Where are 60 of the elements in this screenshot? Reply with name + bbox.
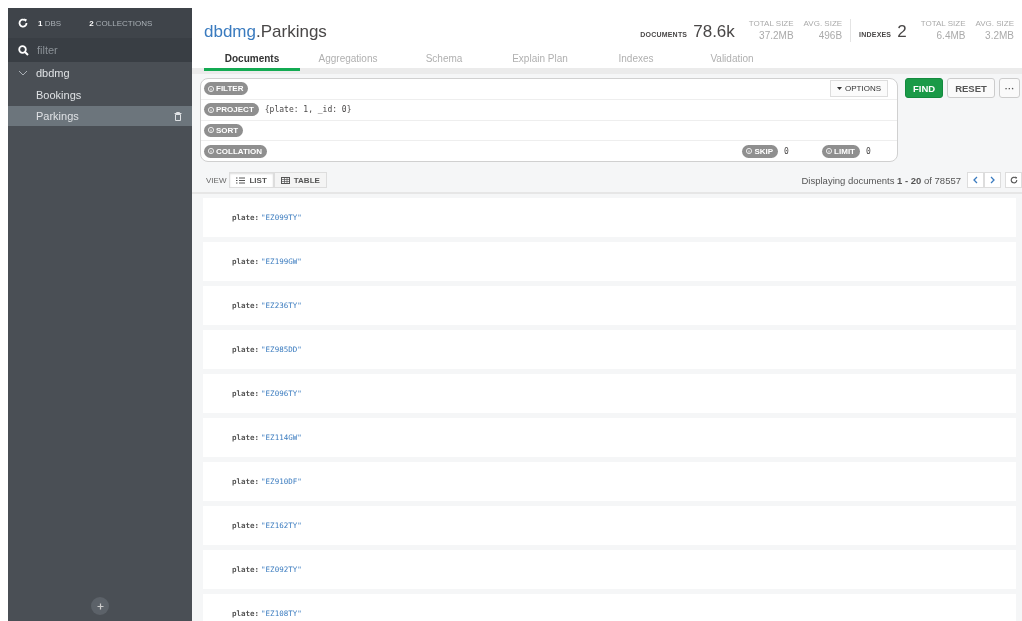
more-button[interactable]: ··· (998, 78, 1021, 98)
view-label: VIEW (206, 175, 227, 185)
stat-value: 78.6k (693, 22, 735, 42)
collection-count: 2 COLLECTIONS (89, 18, 153, 28)
add-database-button[interactable] (91, 597, 109, 615)
stat-detail-label: AVG. SIZE (803, 19, 843, 28)
stat-detail-value: 37.2MB (759, 30, 794, 41)
pagination-text: Displaying documents 1 - 20 of 78557 (801, 174, 961, 186)
tab[interactable]: Documents (204, 48, 300, 71)
previous-page-icon (973, 176, 978, 184)
refresh-button[interactable] (1005, 172, 1022, 188)
collection-title: dbdmg.Parkings (204, 22, 327, 43)
skip-label[interactable]: SKIP (742, 144, 779, 158)
plus-icon (96, 602, 104, 610)
chevron-icon[interactable] (18, 70, 28, 76)
info-icon (208, 127, 214, 134)
limit-label[interactable]: LIMIT (822, 144, 860, 158)
stat-detail-value: 6.4MB (936, 30, 966, 41)
table-icon (280, 176, 290, 184)
previous-page-button[interactable] (967, 172, 984, 188)
tab[interactable]: Schema (396, 48, 492, 68)
options-button[interactable]: OPTIONS (830, 80, 888, 98)
skip-value[interactable]: 0 (784, 146, 817, 156)
database-count: 1 DBS (38, 18, 62, 28)
reset-button[interactable]: RESET (947, 78, 995, 98)
next-page-button[interactable] (984, 172, 1001, 188)
filter-label[interactable]: FILTER (204, 82, 249, 96)
info-icon (208, 85, 214, 92)
info-icon (208, 148, 214, 155)
filter-field[interactable]: filter (8, 38, 192, 62)
tab[interactable]: Aggregations (300, 48, 396, 68)
tab[interactable]: Validation (684, 48, 780, 68)
trash-icon[interactable] (174, 111, 182, 121)
project-label[interactable]: PROJECT (204, 103, 259, 117)
sort-label[interactable]: SORT (204, 123, 244, 137)
info-icon (826, 148, 833, 155)
info-icon (208, 106, 214, 113)
database-item[interactable]: dbdmg (36, 67, 70, 79)
next-page-icon (990, 176, 995, 184)
stat-detail-value: 3.2MB (985, 30, 1014, 41)
view-toggle[interactable]: LIST (229, 172, 274, 188)
collection-item[interactable]: Bookings (8, 85, 192, 105)
limit-value[interactable]: 0 (866, 146, 894, 156)
stat-detail-value: 496B (818, 30, 843, 41)
stat-detail-label: AVG. SIZE (975, 19, 1014, 28)
view-toggle[interactable]: TABLE (273, 172, 327, 188)
tab[interactable]: Explain Plan (492, 48, 588, 68)
collection-item[interactable]: Parkings (8, 106, 192, 126)
refresh-icon (1009, 176, 1018, 184)
find-button[interactable]: FIND (905, 78, 944, 98)
refresh-icon[interactable] (18, 18, 28, 28)
list-icon (236, 176, 246, 184)
stat-detail-label: TOTAL SIZE (920, 19, 966, 28)
info-icon (746, 148, 753, 155)
stat-detail-label: TOTAL SIZE (748, 19, 794, 28)
stat-value: 2 (897, 22, 907, 42)
tab[interactable]: Indexes (588, 48, 684, 68)
caret-icon (837, 87, 842, 91)
collation-label[interactable]: COLLATION (204, 144, 268, 158)
query-value[interactable]: {plate: 1, _id: 0} (264, 105, 352, 115)
